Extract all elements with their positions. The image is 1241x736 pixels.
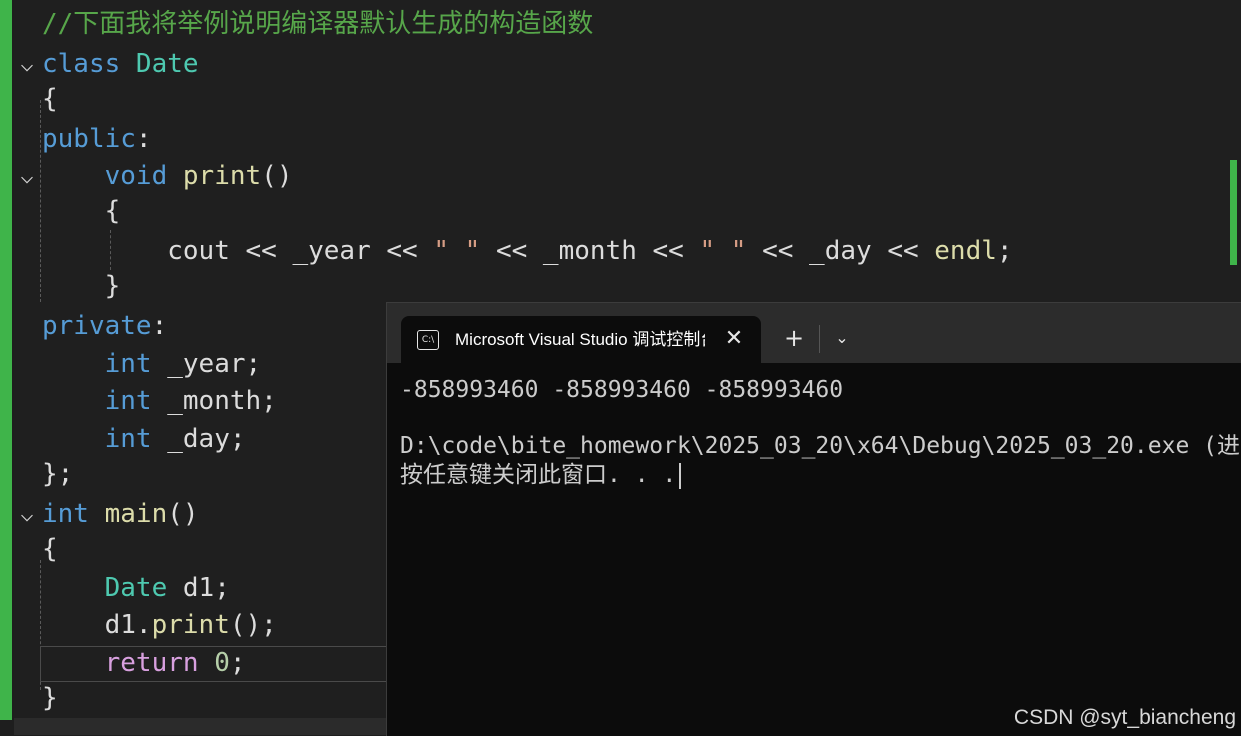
text-cursor (679, 462, 682, 489)
token: () (261, 161, 293, 191)
tab-divider (819, 325, 820, 353)
code-text: { (42, 193, 121, 230)
code-text: }; (42, 456, 73, 493)
change-indicator-bar (0, 0, 12, 720)
token: ; (996, 236, 1013, 266)
close-tab-icon[interactable]: ✕ (719, 324, 749, 354)
code-text: { (42, 531, 58, 568)
token: ; (229, 648, 246, 678)
code-text: } (42, 680, 58, 717)
fold-chevron-icon[interactable]: ⌵ (16, 46, 38, 83)
code-text: int _day; (42, 421, 246, 458)
console-output-values: -858993460 -858993460 -858993460 (400, 377, 844, 403)
token: class (42, 49, 136, 79)
code-text: int main() (42, 496, 199, 533)
token: main (104, 499, 168, 529)
code-text: //下面我将举例说明编译器默认生成的构造函数 (42, 6, 593, 43)
token: Date (104, 573, 183, 603)
code-text: cout << _year << " " << _month << " " <<… (42, 233, 1013, 270)
token: int (42, 499, 105, 529)
token: private (42, 311, 152, 341)
token: public (42, 124, 136, 154)
token: 0 (214, 648, 230, 678)
token: (); (229, 610, 277, 640)
token: return (104, 648, 215, 678)
code-text: public: (42, 121, 152, 158)
fold-chevron-icon[interactable]: ⌵ (16, 158, 38, 195)
token: int (104, 424, 168, 454)
code-text: Date d1; (42, 570, 230, 607)
token: " " (433, 236, 481, 266)
chevron-down-icon[interactable]: ⌄ (827, 323, 857, 353)
fold-chevron-icon[interactable]: ⌵ (16, 496, 38, 533)
token: () (167, 499, 199, 529)
code-text: d1.print(); (42, 607, 277, 644)
token: void (104, 161, 183, 191)
code-text: int _month; (42, 383, 277, 420)
token: _day; (167, 424, 246, 454)
code-text: } (42, 268, 121, 305)
code-text: class Date (42, 46, 199, 83)
token: << _day << (746, 236, 935, 266)
token: : (135, 124, 152, 154)
prompt-text: 按任意键关闭此窗口. . . (400, 462, 677, 488)
token: int (104, 386, 168, 416)
token: } (42, 683, 58, 713)
token: << _month << (480, 236, 700, 266)
token: : (151, 311, 168, 341)
token: }; (42, 459, 74, 489)
token: cout << _year << (167, 236, 434, 266)
token: print (151, 610, 230, 640)
debug-console-window[interactable]: C:\ Microsoft Visual Studio 调试控制台 ✕ + ⌄ … (386, 302, 1241, 736)
terminal-icon: C:\ (417, 330, 439, 350)
code-text: private: (42, 308, 167, 345)
token: { (42, 534, 58, 564)
editor-status-strip (14, 718, 400, 735)
new-tab-icon[interactable]: + (779, 323, 809, 353)
token: Date (135, 49, 199, 79)
token: d1; (182, 573, 230, 603)
token: { (42, 196, 121, 226)
console-titlebar: C:\ Microsoft Visual Studio 调试控制台 ✕ + ⌄ (387, 303, 1241, 363)
token: _month; (167, 386, 277, 416)
token: d1. (42, 610, 152, 640)
token: " " (699, 236, 747, 266)
code-text: return 0; (42, 645, 246, 682)
indent-guide (40, 100, 41, 302)
scrollbar-change-marker (1230, 160, 1237, 265)
token: { (42, 84, 58, 114)
watermark: CSDN @syt_biancheng (1013, 706, 1236, 729)
code-text: { (42, 81, 58, 118)
code-text: void print() (42, 158, 293, 195)
code-text: int _year; (42, 346, 262, 383)
tab-title: Microsoft Visual Studio 调试控制台 (455, 330, 705, 349)
console-output-path: D:\code\bite_homework\2025_03_20\x64\Deb… (400, 433, 1240, 459)
token: endl (934, 236, 997, 266)
token: } (42, 271, 121, 301)
token: //下面我将举例说明编译器默认生成的构造函数 (42, 9, 594, 39)
token: print (182, 161, 262, 191)
token: int (104, 349, 168, 379)
console-output-prompt: 按任意键关闭此窗口. . . (400, 460, 682, 490)
console-tab[interactable]: C:\ Microsoft Visual Studio 调试控制台 ✕ (401, 316, 761, 363)
token: _year; (167, 349, 262, 379)
